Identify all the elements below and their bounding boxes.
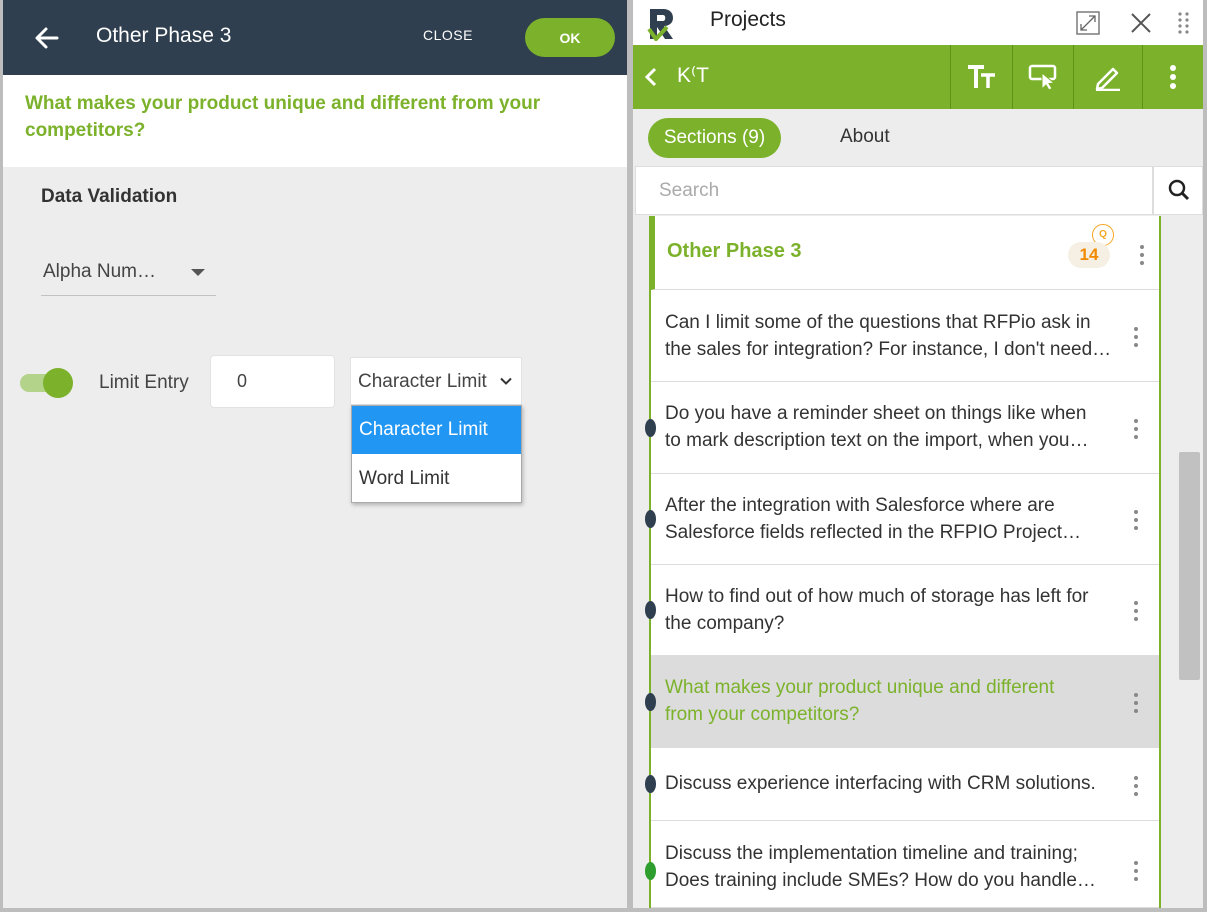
- pencil-icon: [1095, 67, 1120, 91]
- back-arrow-icon[interactable]: [31, 22, 63, 54]
- option-character-limit[interactable]: Character Limit: [352, 406, 521, 454]
- search-input[interactable]: [636, 167, 1152, 214]
- status-dot: [645, 601, 656, 619]
- data-validation-heading: Data Validation: [41, 186, 178, 207]
- question-text: How to find out of how much of storage h…: [665, 586, 1089, 634]
- kebab-menu-icon[interactable]: [1133, 861, 1139, 881]
- status-dot: [645, 775, 656, 793]
- view-tabs: Sections (9) About: [633, 109, 1203, 166]
- edit-button[interactable]: [1073, 45, 1142, 109]
- question-row[interactable]: Discuss experience interfacing with CRM …: [645, 748, 1159, 821]
- cursor-select-icon: [1028, 64, 1057, 91]
- question-text: Discuss experience interfacing with CRM …: [665, 773, 1096, 794]
- project-toolbar: K⁽T: [633, 45, 1203, 109]
- question-row[interactable]: Do you have a reminder sheet on things l…: [645, 382, 1159, 474]
- close-icon[interactable]: [1129, 11, 1153, 35]
- limit-type-value: Character Limit: [358, 371, 487, 392]
- question-row[interactable]: Discuss the implementation timeline and …: [645, 821, 1159, 908]
- question-row[interactable]: Can I limit some of the questions that R…: [651, 291, 1159, 382]
- tab-sections[interactable]: Sections (9): [648, 118, 781, 158]
- section-header[interactable]: Other Phase 3 Q 14: [651, 216, 1159, 290]
- drag-grip-icon[interactable]: [1177, 11, 1191, 35]
- tab-about[interactable]: About: [840, 126, 890, 148]
- toggle-knob: [43, 368, 73, 398]
- kebab-menu-icon[interactable]: [1133, 693, 1139, 713]
- validation-type-select[interactable]: Alpha Num…: [41, 252, 216, 296]
- question-text: Discuss the implementation timeline and …: [665, 843, 1096, 891]
- close-button[interactable]: CLOSE: [423, 27, 473, 43]
- chevron-left-icon[interactable]: [644, 67, 658, 87]
- question-row[interactable]: After the integration with Salesforce wh…: [645, 474, 1159, 565]
- option-word-limit[interactable]: Word Limit: [352, 455, 521, 503]
- question-display: What makes your product unique and diffe…: [3, 75, 627, 167]
- select-tool-button[interactable]: [1012, 45, 1073, 109]
- search-field: [635, 166, 1153, 215]
- question-text: What makes your product unique and diffe…: [25, 93, 541, 141]
- kebab-menu-icon[interactable]: [1139, 245, 1145, 265]
- question-text: After the integration with Salesforce wh…: [665, 495, 1082, 543]
- question-editor-panel: Other Phase 3 CLOSE OK What makes your p…: [3, 0, 627, 908]
- status-dot: [645, 419, 656, 437]
- question-count-badge: 14: [1068, 242, 1110, 268]
- more-options-button[interactable]: [1142, 45, 1203, 109]
- kebab-menu-icon: [1170, 65, 1176, 89]
- app-title: Projects: [710, 8, 786, 31]
- limit-type-select[interactable]: Character Limit: [350, 357, 522, 405]
- projects-panel: Projects K⁽T Sections (9) About Search O…: [633, 0, 1203, 908]
- search-icon: [1168, 179, 1190, 201]
- status-dot: [645, 862, 656, 880]
- limit-entry-toggle[interactable]: [20, 367, 74, 398]
- kebab-menu-icon[interactable]: [1133, 601, 1139, 621]
- question-row[interactable]: How to find out of how much of storage h…: [645, 565, 1159, 656]
- text-size-button[interactable]: [950, 45, 1012, 109]
- ok-button[interactable]: OK: [525, 18, 615, 57]
- editor-title: Other Phase 3: [96, 24, 232, 47]
- section-question-list: Other Phase 3 Q 14 Can I limit some of t…: [645, 216, 1161, 908]
- question-text: Do you have a reminder sheet on things l…: [665, 403, 1089, 451]
- kebab-menu-icon[interactable]: [1133, 327, 1139, 347]
- project-name: K⁽T: [677, 64, 709, 87]
- scrollbar-thumb[interactable]: [1179, 452, 1200, 680]
- status-dot: [645, 693, 656, 711]
- validation-type-value: Alpha Num…: [43, 261, 156, 282]
- question-text: What makes your product unique and diffe…: [665, 677, 1055, 725]
- text-size-icon: [967, 65, 995, 88]
- limit-entry-input[interactable]: [210, 355, 335, 408]
- limit-type-dropdown-menu: Character Limit Word Limit: [351, 405, 522, 503]
- limit-entry-label: Limit Entry: [99, 372, 189, 393]
- search-button[interactable]: [1153, 166, 1203, 215]
- editor-header: Other Phase 3 CLOSE OK: [3, 0, 627, 75]
- app-topbar: Projects: [633, 0, 1203, 45]
- question-text: Can I limit some of the questions that R…: [665, 312, 1112, 360]
- chevron-down-icon: [500, 377, 512, 385]
- kebab-menu-icon[interactable]: [1133, 776, 1139, 796]
- section-title: Other Phase 3: [667, 240, 802, 262]
- kebab-menu-icon[interactable]: [1133, 510, 1139, 530]
- status-dot: [645, 510, 656, 528]
- kebab-menu-icon[interactable]: [1133, 419, 1139, 439]
- caret-down-icon: [191, 269, 205, 276]
- rfpio-logo-icon: [647, 9, 673, 41]
- question-row-selected[interactable]: What makes your product unique and diffe…: [645, 656, 1159, 748]
- expand-icon[interactable]: [1076, 11, 1100, 35]
